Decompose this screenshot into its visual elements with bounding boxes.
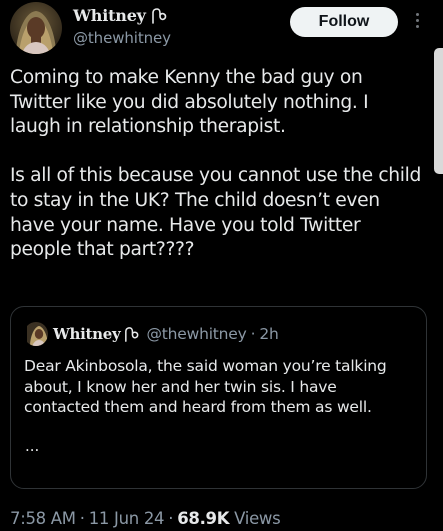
avatar[interactable] [10, 2, 62, 54]
tweet-text: Coming to make Kenny the bad guy on Twit… [10, 66, 422, 263]
author-name[interactable]: Whitney [73, 6, 146, 25]
scrollbar-thumb[interactable] [434, 48, 443, 174]
separator-dot: · [79, 509, 85, 528]
quote-author-name[interactable]: Whitney [53, 325, 121, 343]
author-info[interactable]: Whitney @thewhitney [73, 6, 171, 47]
more-vertical-icon[interactable] [408, 10, 426, 36]
separator-dot: · [168, 509, 174, 528]
tweet-paragraph: Is all of this because you cannot use th… [10, 165, 421, 261]
quote-author-handle[interactable]: @thewhitney [146, 325, 246, 343]
tweet-header: Whitney @thewhitney Follow [10, 0, 433, 60]
tweet-paragraph: Coming to make Kenny the bad guy on Twit… [10, 67, 369, 138]
separator-dot: · [250, 325, 256, 343]
post-date[interactable]: 11 Jun 24 [89, 509, 165, 528]
post-time[interactable]: 7:58 AM [10, 509, 76, 528]
quote-text: Dear Akinbosola, the said woman you’re t… [24, 356, 416, 418]
quote-truncation: ... [25, 437, 40, 455]
quoted-tweet-header: Whitney @thewhitney · 2h [24, 322, 279, 346]
tweet-meta: 7:58 AM · 11 Jun 24 · 68.9K Views [10, 509, 281, 528]
author-handle[interactable]: @thewhitney [73, 29, 171, 47]
ribbon-badge-icon [151, 7, 167, 24]
quote-paragraph: Dear Akinbosola, the said woman you’re t… [24, 357, 387, 416]
author-name-row: Whitney [73, 6, 171, 25]
quote-timestamp[interactable]: 2h [259, 325, 279, 343]
quoted-tweet[interactable]: Whitney @thewhitney · 2h Dear Akinbosola… [10, 306, 427, 489]
views-count[interactable]: 68.9K [177, 509, 229, 528]
views-label: Views [234, 509, 281, 528]
quote-avatar[interactable] [24, 322, 48, 346]
follow-button[interactable]: Follow [290, 7, 398, 37]
ribbon-badge-icon [125, 326, 139, 342]
